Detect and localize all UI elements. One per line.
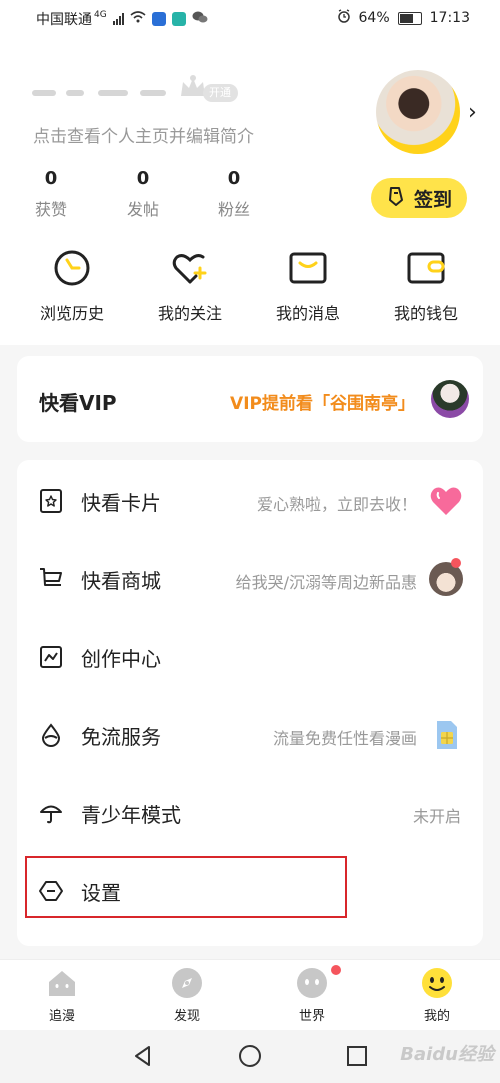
stat-posts[interactable]: 0 发帖 [113,168,173,220]
status-bar: 中国联通 4G 64% 17:13 [0,0,500,34]
battery-percent: 64% [358,10,390,26]
me-face-icon [422,968,452,998]
checkin-label: 签到 [413,188,452,211]
notification-dot [331,965,341,975]
menu-item-shop[interactable]: 快看商城 给我哭/沉溺等周边新品惠 [17,540,483,618]
back-icon[interactable] [131,1044,155,1068]
stat-label: 粉丝 [217,200,250,219]
network-label: 4G [94,10,107,20]
world-face-icon [297,968,327,998]
pen-icon [386,185,406,212]
vip-open-badge[interactable]: 开通 [203,84,238,102]
username[interactable] [32,80,172,104]
quick-action-wallet[interactable]: 我的钱包 [371,248,481,324]
menu-item-label: 免流服务 [81,725,161,749]
tab-me[interactable]: 我的 [402,968,472,1024]
avatar[interactable] [376,70,460,154]
quick-action-messages[interactable]: 我的消息 [253,248,363,324]
carrier-label: 中国联通 [36,12,92,28]
stat-value: 0 [227,168,241,189]
new-badge-dot [451,558,461,568]
menu-item-creator[interactable]: 创作中心 [17,618,483,696]
menu-item-label: 快看商城 [81,569,161,593]
umbrella-icon [39,801,63,825]
settings-highlight-box [25,856,347,918]
menu-item-subtitle: 未开启 [412,807,461,826]
clock-icon [52,248,92,288]
tab-label: 发现 [173,1009,200,1024]
stat-fans[interactable]: 0 粉丝 [204,168,264,220]
battery-icon [397,11,422,25]
tab-label: 追漫 [48,1009,75,1024]
heart-plus-icon [170,248,210,288]
tab-world[interactable]: 世界 [277,965,347,1024]
menu-item-label: 青少年模式 [81,803,181,827]
stat-label: 发帖 [126,200,159,219]
recents-icon[interactable] [345,1044,369,1068]
quick-action-follow[interactable]: 我的关注 [135,248,245,324]
wifi-icon [130,11,146,27]
sim-card-icon [429,718,463,752]
quick-action-label: 浏览历史 [39,304,104,323]
menu-item-subtitle: 给我哭/沉溺等周边新品惠 [235,573,417,592]
tab-follow-comics[interactable]: 追漫 [27,968,97,1024]
quick-action-history[interactable]: 浏览历史 [17,248,127,324]
menu-item-teen-mode[interactable]: 青少年模式 未开启 [17,774,483,852]
stat-value: 0 [44,168,58,189]
tab-label: 我的 [423,1009,450,1024]
cart-icon [39,567,63,591]
stat-likes[interactable]: 0 获赞 [21,168,81,220]
compass-icon [172,968,202,998]
quick-action-label: 我的关注 [157,304,222,323]
vip-card[interactable]: 快看VIP VIP提前看「谷围南亭」 [17,356,483,442]
chart-icon [39,645,63,669]
quick-action-label: 我的钱包 [393,304,458,323]
menu-item-subtitle: 爱心熟啦，立即去收！ [256,495,417,514]
tab-label: 世界 [298,1009,325,1024]
wechat-icon [192,10,208,28]
wallet-icon [406,248,446,288]
tab-bar: 追漫 发现 世界 我的 [0,959,500,1030]
chevron-right-icon[interactable]: › [468,100,477,125]
stat-label: 获赞 [34,200,67,219]
house-icon [47,968,77,998]
drop-icon [39,723,63,747]
vip-promo: VIP提前看「谷围南亭」 [230,394,415,414]
clock-time: 17:13 [429,10,470,26]
home-icon[interactable] [238,1044,262,1068]
menu-item-label: 创作中心 [81,647,161,671]
menu-item-label: 快看卡片 [81,491,161,515]
checkin-button[interactable]: 签到 [371,178,467,218]
menu-item-cards[interactable]: 快看卡片 爱心熟啦，立即去收！ [17,462,483,540]
stat-value: 0 [136,168,150,189]
app-notification-icon [151,12,166,26]
pink-heart-icon [429,484,463,518]
menu-item-free-data[interactable]: 免流服务 流量免费任性看漫画 [17,696,483,774]
alarm-icon [337,9,351,27]
tab-discover[interactable]: 发现 [152,968,222,1024]
app-notification-icon [171,12,186,26]
edit-profile-hint[interactable]: 点击查看个人主页并编辑简介 [33,122,254,147]
vip-title: 快看VIP [39,391,117,415]
message-icon [288,248,328,288]
quick-action-label: 我的消息 [275,304,340,323]
vip-comic-thumbnail [431,380,469,418]
menu-item-subtitle: 流量免费任性看漫画 [272,729,417,748]
watermark-logo: Baidu经验 [400,1044,494,1065]
card-star-icon [39,489,63,513]
signal-icon [112,13,124,25]
